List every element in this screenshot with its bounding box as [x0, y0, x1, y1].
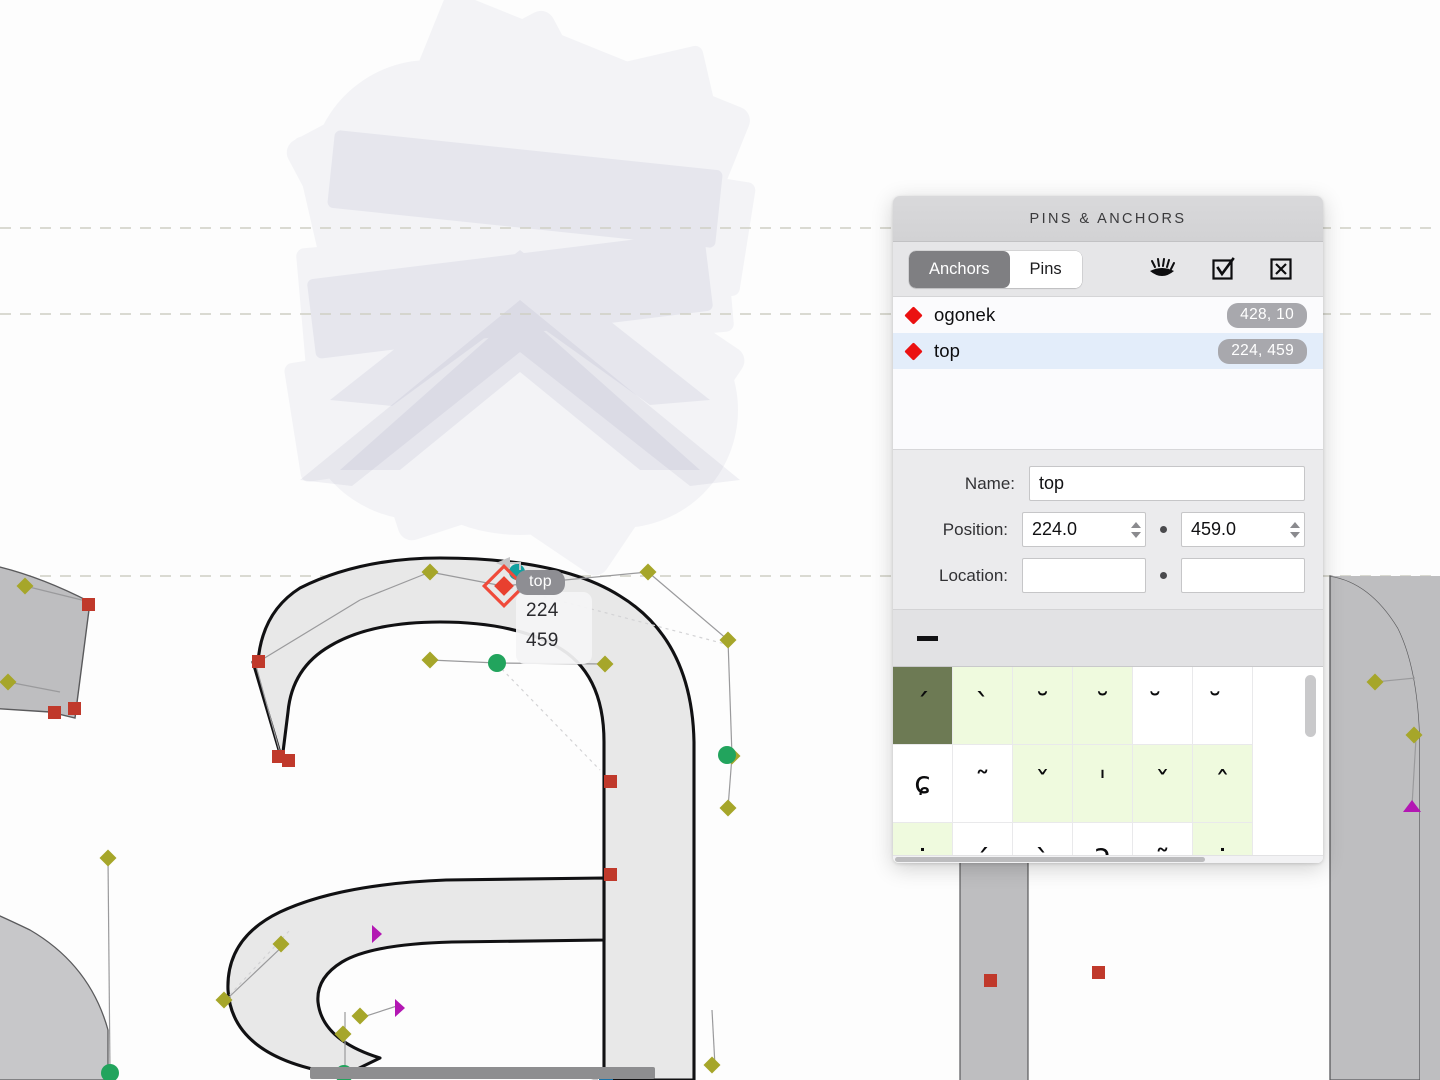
anchor-list-row-top[interactable]: top 224, 459	[893, 333, 1323, 369]
glyph-grid-cell[interactable]: ɕ	[893, 745, 953, 823]
anchor-row-name: top	[934, 340, 961, 361]
canvas-horizontal-scrollbar[interactable]	[0, 1066, 1440, 1080]
anchor-list-row-ogonek[interactable]: ogonek 428, 10	[893, 297, 1323, 333]
panel-title: PINS & ANCHORS	[1029, 210, 1187, 227]
glyph-fragment-right	[1329, 575, 1440, 1080]
checkbox-checked-icon[interactable]	[1211, 257, 1235, 281]
position-x-wrap: 224.0	[1022, 512, 1146, 547]
glyph-stem-center	[959, 861, 1029, 1080]
glyph-grid-cell[interactable]: ˈ	[1073, 745, 1133, 823]
position-y-stepper[interactable]	[1290, 521, 1300, 538]
position-y-input[interactable]: 459.0	[1181, 512, 1305, 547]
glyph-fragment-bottom-left	[0, 915, 109, 1080]
glyph-grid-horizontal-scrollbar[interactable]	[893, 855, 1323, 863]
form-row-name: Name: top	[909, 466, 1305, 501]
glyph-grid-cell[interactable]: ̆	[1193, 667, 1253, 745]
coordinate-separator-dot	[1160, 526, 1167, 533]
glyph-grid-cell[interactable]: ˘	[1073, 667, 1133, 745]
eye-icon[interactable]	[1147, 258, 1177, 280]
panel-tool-icons	[1147, 257, 1307, 281]
remove-anchor-button[interactable]	[917, 635, 938, 641]
anchor-diamond-icon	[904, 305, 923, 325]
canvas-horizontal-scrollbar-thumb[interactable]	[310, 1067, 655, 1079]
glyph-grid-cell[interactable]: ˊ	[893, 667, 953, 745]
anchor-list[interactable]: ogonek 428, 10 top 224, 459	[893, 297, 1323, 450]
glyph-grid-cell[interactable]: ˋ	[953, 667, 1013, 745]
glyph-grid-vertical-scrollbar[interactable]	[1305, 675, 1316, 737]
close-box-icon[interactable]	[1269, 257, 1293, 281]
coordinate-separator-dot	[1160, 572, 1167, 579]
glyph-letter-a	[226, 556, 696, 1080]
pins-and-anchors-panel: PINS & ANCHORS Anchors Pins ogonek 428, …	[893, 196, 1323, 863]
glyph-fragment-left	[0, 566, 91, 719]
position-label: Position:	[942, 519, 1008, 539]
app-root: top 224 459 PINS & ANCHORS Anchors Pins	[0, 0, 1440, 1080]
position-x-input[interactable]: 224.0	[1022, 512, 1146, 547]
location-label: Location:	[939, 565, 1008, 585]
form-row-location: Location:	[909, 558, 1305, 593]
diacritic-glyph-grid[interactable]: ˊˋ˘˘̆̆ɕ˜ˇˈˇˆ˙ˊˋʔ˜˙	[893, 666, 1323, 863]
panel-toolbar: Anchors Pins	[893, 242, 1323, 297]
anchor-properties-form: Name: top Position: 224.0 459.0 Location…	[893, 450, 1323, 609]
stepper-down-icon[interactable]	[1131, 531, 1141, 538]
glyph-grid-cell[interactable]: ˆ	[1193, 745, 1253, 823]
glyph-grid-cell[interactable]: ˘	[1013, 667, 1073, 745]
glyph-grid-cell[interactable]: ̆	[1133, 667, 1193, 745]
glyph-grid-cell[interactable]: ˇ	[1133, 745, 1193, 823]
panel-titlebar[interactable]: PINS & ANCHORS	[893, 196, 1323, 242]
ghost-diacritic-stack	[284, 0, 756, 576]
position-y-wrap: 459.0	[1181, 512, 1305, 547]
anchor-row-coords: 224, 459	[1218, 338, 1307, 364]
anchor-row-coords: 428, 10	[1227, 302, 1307, 328]
anchor-diamond-icon	[904, 341, 923, 361]
glyph-grid-cell[interactable]: ˇ	[1013, 745, 1073, 823]
glyph-grid-cells: ˊˋ˘˘̆̆ɕ˜ˇˈˇˆ˙ˊˋʔ˜˙	[893, 667, 1253, 863]
tab-anchors[interactable]: Anchors	[909, 250, 1010, 288]
glyph-grid-horizontal-scrollbar-thumb[interactable]	[895, 857, 1205, 862]
location-x-input[interactable]	[1022, 558, 1146, 593]
stepper-down-icon[interactable]	[1290, 531, 1300, 538]
name-input[interactable]: top	[1029, 466, 1305, 501]
name-label: Name:	[964, 473, 1015, 493]
tab-segmented-control: Anchors Pins	[909, 250, 1082, 288]
stepper-up-icon[interactable]	[1131, 521, 1141, 528]
tab-pins[interactable]: Pins	[1009, 250, 1082, 288]
form-row-position: Position: 224.0 459.0	[909, 512, 1305, 547]
anchor-row-name: ogonek	[934, 304, 996, 325]
glyph-grid-cell[interactable]: ˜	[953, 745, 1013, 823]
list-actions-bar	[893, 609, 1323, 666]
stepper-up-icon[interactable]	[1290, 521, 1300, 528]
location-y-input[interactable]	[1181, 558, 1305, 593]
position-x-stepper[interactable]	[1131, 521, 1141, 538]
